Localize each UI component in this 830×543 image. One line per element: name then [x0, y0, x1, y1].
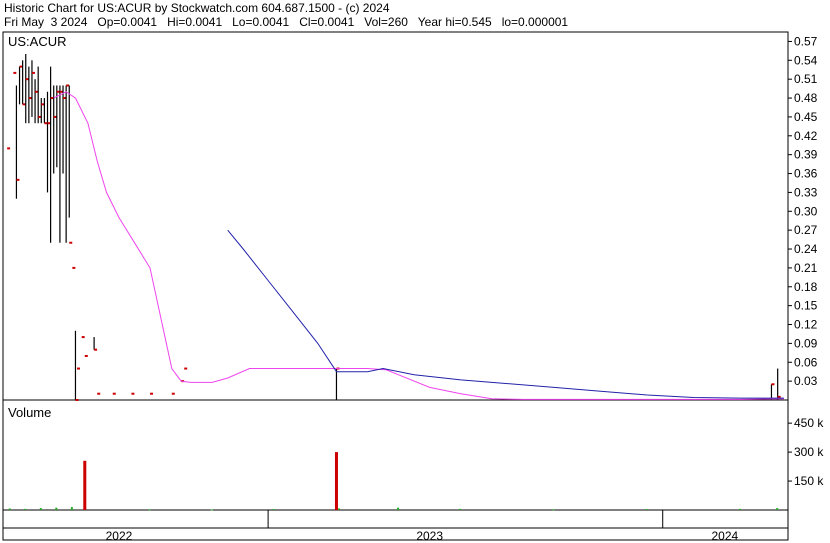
price-y-tick-label: 0.03: [794, 374, 818, 388]
volume-bar: [552, 509, 555, 511]
price-y-tick-label: 0.51: [794, 72, 818, 86]
price-y-tick-label: 0.21: [794, 261, 818, 275]
price-y-tick-label: 0.48: [794, 91, 818, 105]
volume-bar: [645, 509, 648, 511]
price-y-tick-label: 0.24: [794, 242, 818, 256]
price-y-tick-label: 0.09: [794, 336, 818, 350]
price-y-tick-label: 0.18: [794, 280, 818, 294]
volume-bar: [776, 508, 779, 510]
stock-chart: 0.57 0.54 0.51 0.48 0.45 0.42 0.39 0.36 0.33 0.30…: [2, 31, 824, 543]
volume-y-tick-label: 300 k: [794, 445, 824, 459]
volume-bar: [70, 507, 73, 510]
long-moving-average-line: [227, 229, 784, 399]
price-y-tick-label: 0.12: [794, 318, 818, 332]
year-label: 2024: [712, 529, 739, 543]
volume-bar: [55, 507, 58, 510]
volume-bar: [459, 508, 462, 510]
price-y-tick-label: 0.57: [794, 34, 818, 48]
volume-bar: [8, 508, 11, 510]
volume-bar: [24, 508, 27, 510]
price-y-tick-label: 0.45: [794, 110, 818, 124]
volume-bar: [148, 509, 151, 511]
price-y-tick-label: 0.15: [794, 299, 818, 313]
volume-bar: [338, 508, 341, 510]
year-label: 2022: [106, 529, 133, 543]
price-y-tick-label: 0.06: [794, 355, 818, 369]
volume-bar: [83, 460, 87, 510]
price-panel-frame: [2, 31, 789, 401]
price-y-tick-label: 0.27: [794, 223, 818, 237]
volume-bar: [334, 452, 338, 510]
volume-bar: [39, 508, 42, 510]
volume-y-tick-label: 450 k: [794, 416, 824, 430]
year-label: 2023: [416, 529, 443, 543]
volume-bar: [210, 509, 213, 511]
volume-y-tick-label: 150 k: [794, 474, 824, 488]
short-moving-average-line: [53, 91, 784, 400]
volume-bar: [738, 508, 741, 510]
price-y-tick-label: 0.39: [794, 148, 818, 162]
price-y-tick-label: 0.33: [794, 185, 818, 199]
price-y-tick-label: 0.36: [794, 167, 818, 181]
price-y-tick-label: 0.54: [794, 53, 818, 67]
volume-panel-frame: [2, 399, 789, 511]
volume-bar: [397, 507, 400, 510]
volume-bar: [272, 509, 275, 511]
price-y-tick-label: 0.30: [794, 204, 818, 218]
price-y-tick-label: 0.42: [794, 129, 818, 143]
